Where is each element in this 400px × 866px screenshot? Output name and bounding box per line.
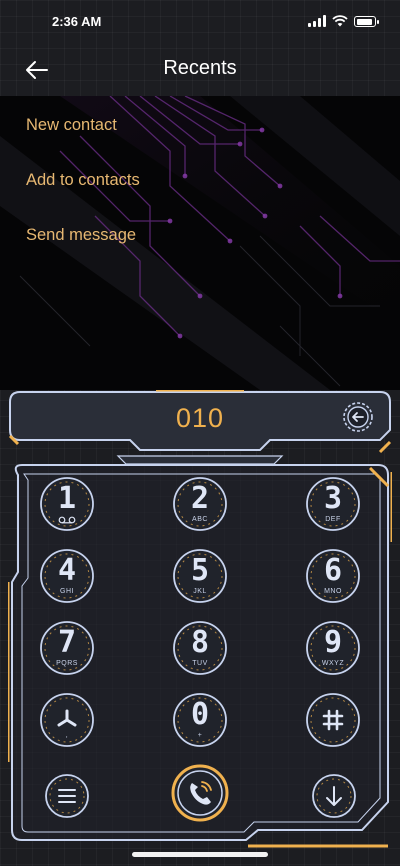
signal-icon xyxy=(308,15,326,27)
key-letters: PQRS xyxy=(56,660,78,667)
key-letters: GHI xyxy=(60,588,74,595)
key-4[interactable]: 4 GHI xyxy=(39,548,95,604)
key-digit: 1 xyxy=(57,481,77,516)
number-display: 010 xyxy=(8,390,392,466)
hash-icon xyxy=(322,709,344,731)
key-letters: , xyxy=(65,732,69,739)
key-letters: DEF xyxy=(325,516,341,523)
keypad: 1 2 ABC 3 DEF 4 GHI 5 JKL 6 MNO 7 PQRS 8… xyxy=(8,462,392,848)
header: Recents xyxy=(0,44,400,96)
menu-item-add-to-contacts[interactable]: Add to contacts xyxy=(26,171,140,190)
key-8[interactable]: 8 TUV xyxy=(172,620,228,676)
key-digit: 7 xyxy=(57,625,77,660)
voicemail-icon xyxy=(58,516,76,524)
delete-button[interactable] xyxy=(342,401,374,433)
menu-item-new-contact[interactable]: New contact xyxy=(26,116,117,135)
call-button[interactable] xyxy=(171,764,229,822)
key-digit: 0 xyxy=(190,697,210,732)
dialed-number: 010 xyxy=(175,403,225,433)
key-hash[interactable] xyxy=(305,692,361,748)
phone-icon xyxy=(171,764,229,822)
key-7[interactable]: 7 PQRS xyxy=(39,620,95,676)
options-menu: New contact Add to contacts Send message xyxy=(0,96,400,390)
key-letters: TUV xyxy=(192,660,208,667)
backspace-icon xyxy=(343,402,373,432)
battery-icon xyxy=(354,16,379,27)
key-letters: MNO xyxy=(324,588,342,595)
key-digit: 5 xyxy=(190,553,210,588)
key-letters: + xyxy=(197,732,203,739)
menu-icon xyxy=(45,774,89,818)
home-indicator[interactable] xyxy=(132,852,268,857)
key-digit: 3 xyxy=(323,481,343,516)
key-star[interactable]: , xyxy=(39,692,95,748)
key-letters: WXYZ xyxy=(321,660,345,667)
key-6[interactable]: 6 MNO xyxy=(305,548,361,604)
key-digit: 8 xyxy=(190,625,210,660)
page-title: Recents xyxy=(163,57,237,79)
key-digit: 9 xyxy=(323,625,343,660)
status-icons xyxy=(308,15,379,27)
key-0[interactable]: 0 + xyxy=(172,692,228,748)
status-time: 2:36 AM xyxy=(52,14,102,29)
arrow-down-icon xyxy=(312,774,356,818)
key-3[interactable]: 3 DEF xyxy=(305,476,361,532)
key-letters: JKL xyxy=(193,588,207,595)
status-bar: 2:36 AM xyxy=(0,0,400,44)
key-5[interactable]: 5 JKL xyxy=(172,548,228,604)
key-digit: 2 xyxy=(190,481,210,516)
key-letters: ABC xyxy=(192,516,208,523)
key-1[interactable]: 1 xyxy=(39,476,95,532)
asterisk-icon xyxy=(57,709,77,727)
key-9[interactable]: 9 WXYZ xyxy=(305,620,361,676)
collapse-keypad-button[interactable] xyxy=(308,770,360,822)
menu-button[interactable] xyxy=(41,770,93,822)
key-2[interactable]: 2 ABC xyxy=(172,476,228,532)
wifi-icon xyxy=(332,15,348,27)
key-digit: 4 xyxy=(57,553,77,588)
menu-item-send-message[interactable]: Send message xyxy=(26,226,136,245)
key-digit: 6 xyxy=(323,553,343,588)
